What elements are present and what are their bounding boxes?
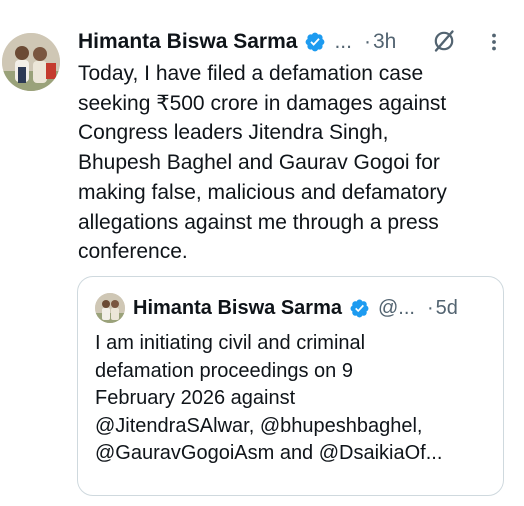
quoted-text-line: @GauravGogoiAsm and @DsaikiaOf... xyxy=(95,442,443,464)
tweet-text-line: seeking ₹500 crore in damages against xyxy=(78,91,447,115)
tweet-timestamp[interactable]: 3h xyxy=(373,30,396,54)
quoted-text-line: @JitendraSAlwar, @bhupeshbaghel, xyxy=(95,414,423,437)
quoted-author-handle[interactable]: @... xyxy=(378,297,415,320)
quoted-tweet-text: I am initiating civil and criminal defam… xyxy=(95,330,495,468)
separator-dot: · xyxy=(363,30,371,53)
tweet-text-line: Today, I have filed a defamation case xyxy=(78,62,424,85)
tweet-text-line: Congress leaders Jitendra Singh, xyxy=(78,121,389,145)
tweet-text-line: making false, malicious and defamatory xyxy=(78,180,447,204)
author-name[interactable]: Himanta Biswa Sarma xyxy=(78,30,297,54)
quoted-author-avatar[interactable] xyxy=(95,293,125,323)
tweet-text: Today, I have filed a defamation case se… xyxy=(78,59,508,267)
tweet-text-line: conference. xyxy=(78,240,188,264)
quoted-text-line: defamation proceedings on 9 xyxy=(95,359,353,382)
tweet-card[interactable]: Himanta Biswa Sarma ... · 3h Today, I ha… xyxy=(0,0,524,506)
quoted-tweet-card[interactable]: Himanta Biswa Sarma @... · 5d I am initi… xyxy=(77,276,504,496)
tweet-header: Himanta Biswa Sarma ... · 3h xyxy=(78,28,396,56)
author-handle[interactable]: ... xyxy=(334,30,352,54)
separator-dot: · xyxy=(426,296,434,319)
quoted-tweet-header: Himanta Biswa Sarma @... · 5d xyxy=(133,294,458,322)
quoted-text-line: February 2026 against xyxy=(95,387,296,409)
verified-badge-icon[interactable] xyxy=(304,31,326,53)
tweet-text-line: Bhupesh Baghel and Gaurav Gogoi for xyxy=(78,151,440,175)
tweet-text-line: allegations against me through a press xyxy=(78,210,439,234)
more-options-icon[interactable] xyxy=(486,30,502,54)
author-avatar[interactable] xyxy=(2,33,60,91)
verified-badge-icon[interactable] xyxy=(349,298,370,319)
grok-icon[interactable] xyxy=(432,29,456,53)
quoted-text-line: I am initiating civil and criminal xyxy=(95,332,366,354)
quoted-author-name[interactable]: Himanta Biswa Sarma xyxy=(133,297,342,320)
quoted-tweet-timestamp[interactable]: 5d xyxy=(436,297,458,320)
